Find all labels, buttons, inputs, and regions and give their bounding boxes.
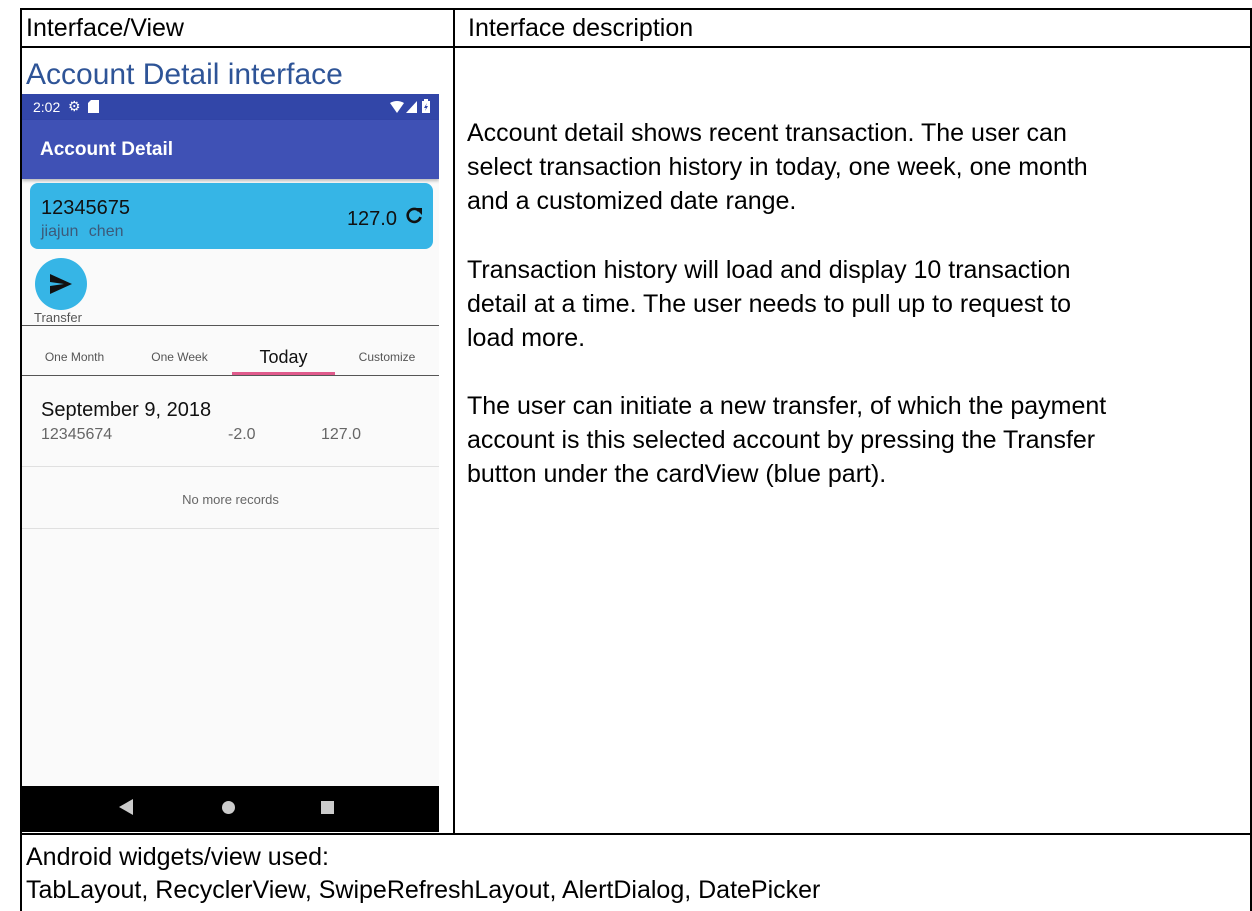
app-bar-title: Account Detail — [40, 139, 174, 160]
tab-today[interactable]: Today — [232, 339, 335, 375]
table-border-top — [20, 8, 1252, 10]
account-card[interactable]: 12345675 jiajun chen 127.0 — [30, 183, 433, 249]
tab-one-month[interactable]: One Month — [22, 339, 127, 375]
battery-icon — [422, 99, 430, 116]
transaction-balance: 127.0 — [321, 426, 362, 443]
account-balance: 127.0 — [346, 208, 397, 230]
description-line: Transaction history will load and displa… — [467, 256, 1071, 284]
description-line: Account detail shows recent transaction.… — [467, 119, 1067, 147]
account-owner: jiajun chen — [41, 223, 124, 240]
transfer-label: Transfer — [34, 310, 82, 325]
tabs-bottom-divider — [22, 375, 439, 376]
gear-icon: ⚙ — [68, 98, 81, 114]
sd-card-icon — [88, 100, 99, 116]
transaction-amount: -2.0 — [228, 426, 256, 443]
app-bar: Account Detail — [22, 120, 439, 179]
description-line: select transaction history in today, one… — [467, 153, 1088, 181]
tab-one-week[interactable]: One Week — [127, 339, 232, 375]
refresh-icon[interactable] — [405, 206, 423, 230]
description-line: detail at a time. The user needs to pull… — [467, 290, 1072, 318]
account-number: 12345675 — [41, 197, 130, 219]
widgets-label: Android widgets/view used: — [26, 843, 329, 871]
description-line: The user can initiate a new transfer, of… — [467, 392, 1107, 420]
description-line: button under the cardView (blue part). — [467, 460, 887, 488]
no-more-records: No more records — [182, 492, 279, 507]
recents-icon[interactable] — [321, 801, 334, 819]
header-interface-description: Interface description — [468, 14, 694, 42]
send-icon — [50, 274, 72, 294]
phone-screenshot: 2:02 ⚙ Account Detail 12345675 jiajun ch… — [22, 94, 439, 832]
description-line: account is this selected account by pres… — [467, 426, 1096, 454]
tabs-top-divider — [22, 325, 439, 326]
table-border-header-bottom — [20, 46, 1252, 48]
back-icon[interactable] — [119, 799, 133, 820]
home-icon[interactable] — [222, 801, 235, 819]
interface-title: Account Detail interface — [26, 58, 343, 91]
wifi-icon — [390, 100, 404, 116]
widgets-list: TabLayout, RecyclerView, SwipeRefreshLay… — [26, 876, 821, 904]
status-time: 2:02 — [33, 99, 61, 115]
signal-icon — [406, 100, 417, 116]
table-border-middle — [453, 8, 455, 834]
transfer-button[interactable] — [35, 258, 87, 310]
transaction-account: 12345674 — [41, 426, 113, 443]
status-bar: 2:02 ⚙ — [22, 94, 439, 120]
table-border-row-bottom — [20, 833, 1252, 835]
list-divider — [22, 466, 439, 467]
description-line: load more. — [467, 324, 586, 352]
nav-bar — [22, 786, 439, 832]
list-divider — [22, 528, 439, 529]
transaction-date: September 9, 2018 — [41, 399, 212, 421]
tab-customize[interactable]: Customize — [335, 339, 439, 375]
header-interface-view: Interface/View — [26, 14, 184, 42]
description-line: and a customized date range. — [467, 187, 797, 215]
